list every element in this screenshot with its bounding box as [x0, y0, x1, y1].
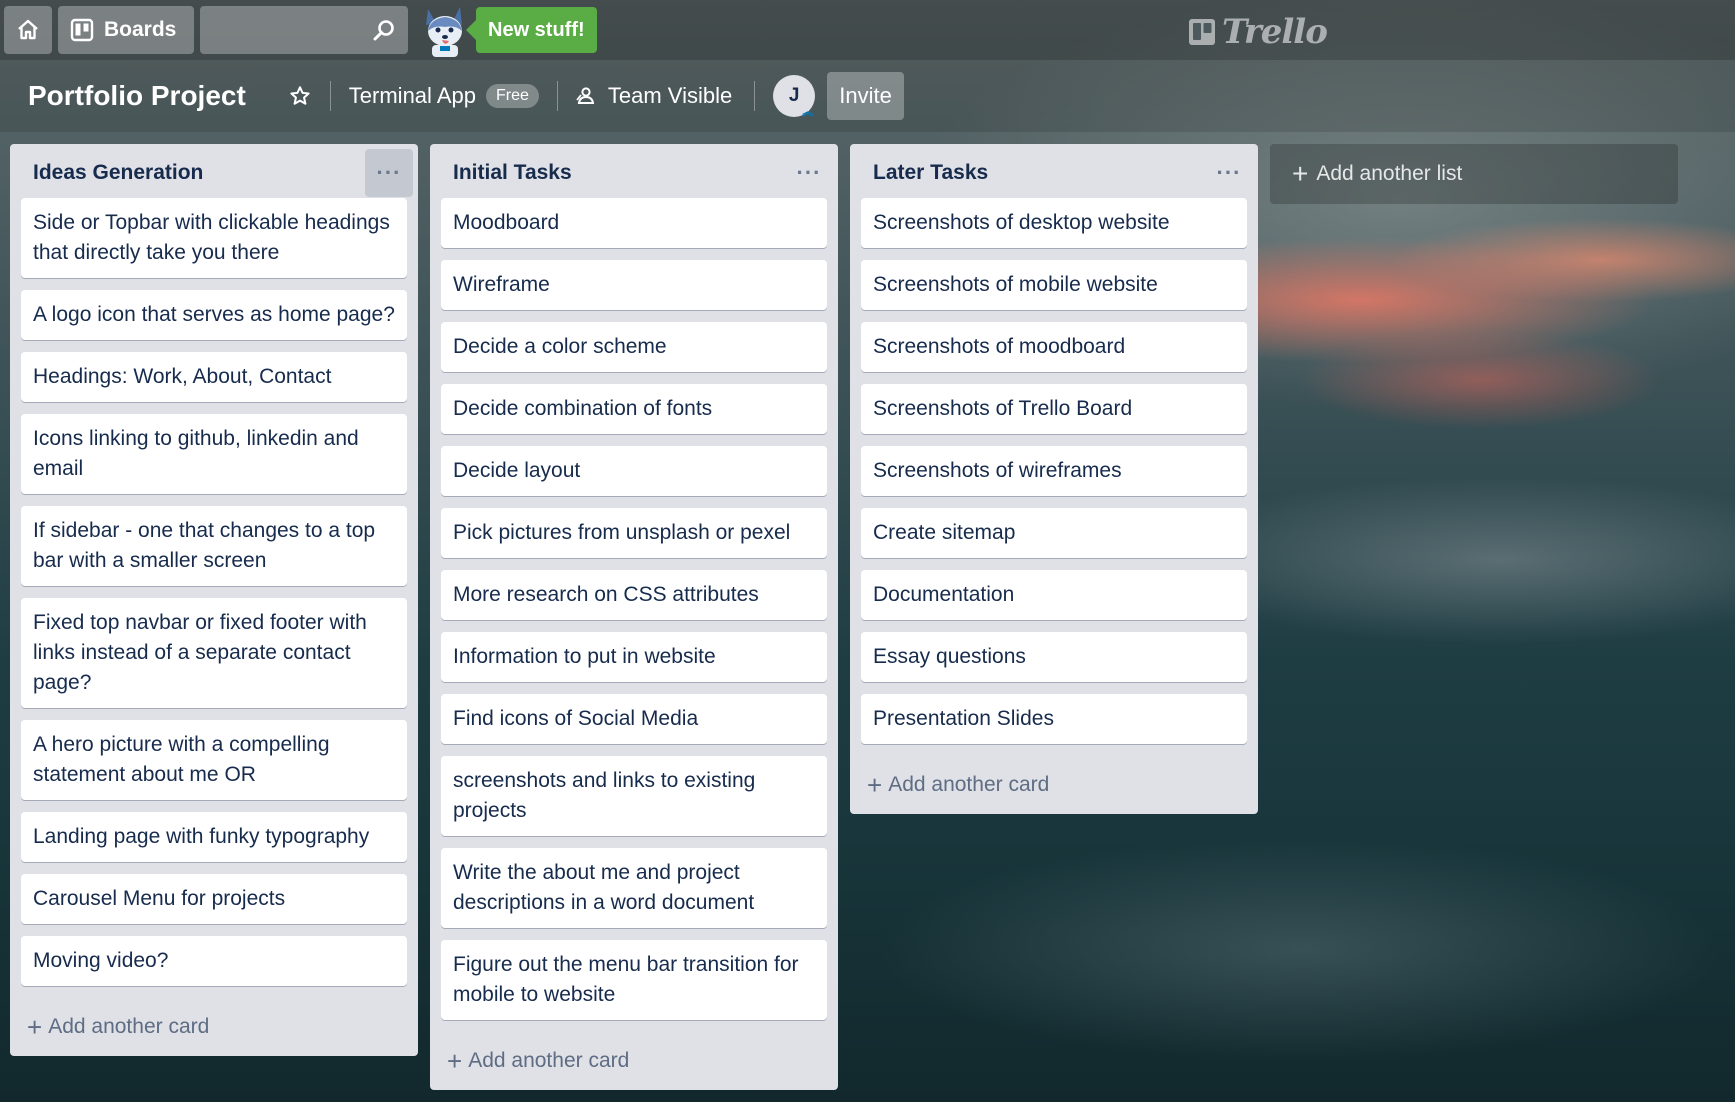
card[interactable]: A hero picture with a compelling stateme… — [21, 720, 407, 800]
add-card-button[interactable]: + Add another card — [21, 998, 407, 1056]
card[interactable]: Figure out the menu bar transition for m… — [441, 940, 827, 1020]
card[interactable]: Wireframe — [441, 260, 827, 310]
card[interactable]: Write the about me and project descripti… — [441, 848, 827, 928]
card[interactable]: Pick pictures from unsplash or pexel — [441, 508, 827, 558]
card[interactable]: Screenshots of mobile website — [861, 260, 1247, 310]
card[interactable]: Find icons of Social Media — [441, 694, 827, 744]
list-header: Ideas Generation ··· — [21, 149, 413, 197]
new-stuff-button[interactable]: New stuff! — [466, 7, 597, 53]
visibility-button[interactable]: Team Visible — [608, 83, 732, 109]
board-header: Portfolio Project Terminal App Free Team… — [0, 60, 1735, 132]
card[interactable]: Screenshots of wireframes — [861, 446, 1247, 496]
list-header: Later Tasks ··· — [861, 152, 1247, 194]
top-header: Boards New stuff! Trello — [0, 0, 1735, 60]
card[interactable]: Headings: Work, About, Contact — [21, 352, 407, 402]
card[interactable]: Presentation Slides — [861, 694, 1247, 744]
card[interactable]: Fixed top navbar or fixed footer with li… — [21, 598, 407, 708]
card[interactable]: Icons linking to github, linkedin and em… — [21, 414, 407, 494]
avatar-initial: J — [788, 85, 800, 106]
boards-button[interactable]: Boards — [58, 6, 194, 54]
card[interactable]: Carousel Menu for projects — [21, 874, 407, 924]
add-card-button[interactable]: + Add another card — [441, 1032, 827, 1090]
card[interactable]: More research on CSS attributes — [441, 570, 827, 620]
card[interactable]: Information to put in website — [441, 632, 827, 682]
list-ideas-generation[interactable]: Ideas Generation ··· Side or Topbar with… — [10, 144, 418, 1056]
add-card-label: Add another card — [48, 1015, 210, 1038]
trello-logo[interactable]: Trello — [1188, 12, 1328, 52]
search-icon[interactable] — [372, 18, 396, 42]
star-icon — [290, 86, 310, 105]
card[interactable]: Decide combination of fonts — [441, 384, 827, 434]
card[interactable]: Moving video? — [21, 936, 407, 986]
home-icon — [18, 19, 38, 40]
card[interactable]: Screenshots of desktop website — [861, 198, 1247, 248]
add-list-button[interactable]: + Add another list — [1270, 144, 1678, 204]
card[interactable]: Screenshots of moodboard — [861, 322, 1247, 372]
divider — [556, 81, 558, 111]
plus-icon: + — [867, 770, 883, 800]
card[interactable]: If sidebar - one that changes to a top b… — [21, 506, 407, 586]
plus-icon: + — [27, 1012, 43, 1042]
card[interactable]: Essay questions — [861, 632, 1247, 682]
card[interactable]: A logo icon that serves as home page? — [21, 290, 407, 340]
divider — [754, 81, 756, 111]
add-card-label: Add another card — [468, 1049, 630, 1072]
list-initial-tasks[interactable]: Initial Tasks ··· Moodboard Wireframe De… — [430, 144, 838, 1090]
list-title[interactable]: Later Tasks — [861, 161, 988, 185]
team-visible-icon — [576, 86, 596, 106]
divider — [329, 81, 331, 111]
star-button[interactable] — [286, 82, 314, 110]
plus-icon: + — [447, 1046, 463, 1076]
card[interactable]: Moodboard — [441, 198, 827, 248]
admin-chevron-icon: ︽ — [802, 106, 814, 118]
card[interactable]: Screenshots of Trello Board — [861, 384, 1247, 434]
list-menu-icon[interactable]: ··· — [365, 149, 413, 197]
boards-label: Boards — [104, 18, 177, 41]
trello-logo-icon — [1189, 19, 1215, 45]
card[interactable]: screenshots and links to existing projec… — [441, 756, 827, 836]
list-menu-icon[interactable]: ··· — [1205, 149, 1253, 197]
home-button[interactable] — [4, 6, 52, 54]
member-avatar[interactable]: J ︽ — [773, 75, 816, 118]
list-menu-icon[interactable]: ··· — [785, 149, 833, 197]
add-card-label: Add another card — [888, 773, 1050, 796]
list-title[interactable]: Initial Tasks — [441, 161, 572, 185]
list-header: Initial Tasks ··· — [441, 152, 827, 194]
plus-icon: + — [1292, 158, 1309, 189]
invite-button[interactable]: Invite — [827, 72, 904, 120]
add-list-label: Add another list — [1316, 162, 1463, 185]
list-later-tasks[interactable]: Later Tasks ··· Screenshots of desktop w… — [850, 144, 1258, 814]
team-name[interactable]: Terminal App — [349, 83, 476, 109]
list-title[interactable]: Ideas Generation — [21, 161, 203, 185]
board-title[interactable]: Portfolio Project — [28, 80, 246, 112]
boards-icon — [70, 18, 94, 42]
add-card-button[interactable]: + Add another card — [861, 756, 1247, 814]
card[interactable]: Landing page with funky typography — [21, 812, 407, 862]
logo-text: Trello — [1222, 12, 1328, 52]
team-plan-badge: Free — [485, 84, 539, 108]
card[interactable]: Decide layout — [441, 446, 827, 496]
card[interactable]: Documentation — [861, 570, 1247, 620]
search-box[interactable] — [200, 6, 408, 54]
card[interactable]: Decide a color scheme — [441, 322, 827, 372]
card[interactable]: Side or Topbar with clickable headings t… — [21, 198, 407, 278]
card[interactable]: Create sitemap — [861, 508, 1247, 558]
